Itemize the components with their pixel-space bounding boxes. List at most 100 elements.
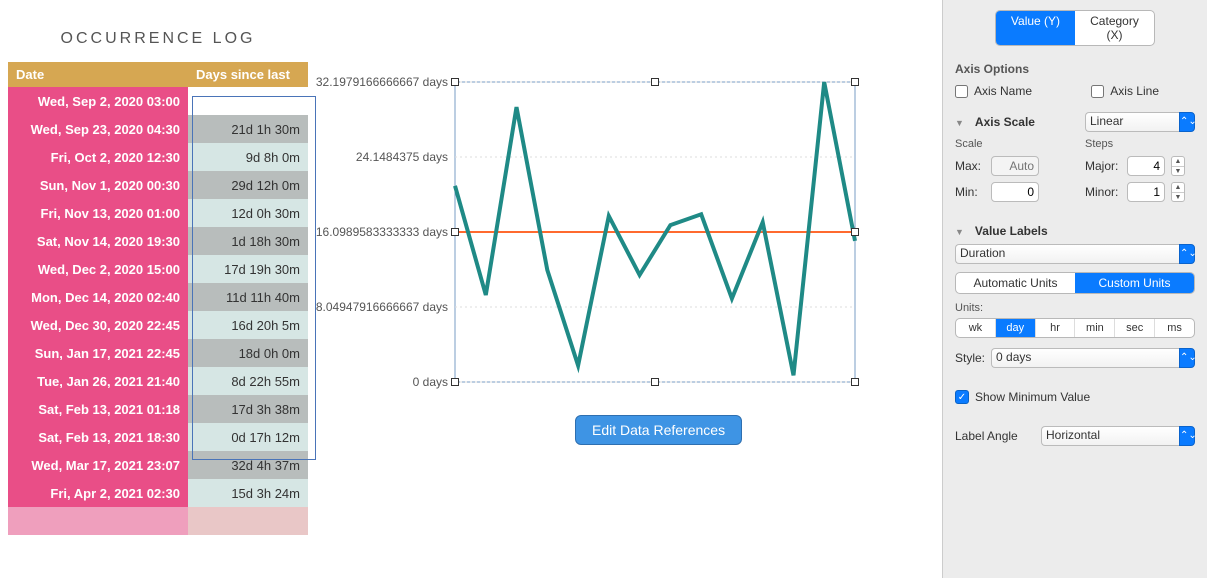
chevron-updown-icon[interactable]: ⌃⌄: [1179, 244, 1195, 264]
date-cell[interactable]: [8, 507, 188, 535]
checkbox-show-minimum-value[interactable]: ✓: [955, 390, 969, 404]
days-cell[interactable]: [188, 87, 308, 115]
table-row[interactable]: Wed, Dec 2, 2020 15:0017d 19h 30m: [8, 255, 308, 283]
days-cell[interactable]: 11d 11h 40m: [188, 283, 308, 311]
select-axis-scale-type[interactable]: Linear: [1085, 112, 1180, 132]
input-steps-major[interactable]: [1127, 156, 1165, 176]
checkbox-axis-name[interactable]: [955, 85, 968, 98]
date-cell[interactable]: Fri, Nov 13, 2020 01:00: [8, 199, 188, 227]
svg-text:24.1484375 days: 24.1484375 days: [356, 150, 448, 164]
days-cell[interactable]: 9d 8h 0m: [188, 143, 308, 171]
chart-handle[interactable]: [851, 78, 859, 86]
chevron-updown-icon[interactable]: ⌃⌄: [1179, 348, 1195, 368]
date-cell[interactable]: Tue, Jan 26, 2021 21:40: [8, 367, 188, 395]
days-cell[interactable]: 17d 3h 38m: [188, 395, 308, 423]
table-row-empty[interactable]: [8, 507, 308, 535]
table-row[interactable]: Wed, Mar 17, 2021 23:0732d 4h 37m: [8, 451, 308, 479]
date-cell[interactable]: Sun, Nov 1, 2020 00:30: [8, 171, 188, 199]
unit-hr[interactable]: hr: [1036, 319, 1076, 337]
unit-min[interactable]: min: [1075, 319, 1115, 337]
chart[interactable]: 32.1979166666667 days 24.1484375 days 16…: [300, 70, 910, 420]
unit-ms[interactable]: ms: [1155, 319, 1194, 337]
tab-category-x[interactable]: Category (X): [1075, 11, 1154, 45]
select-value-label-format[interactable]: Duration: [955, 244, 1180, 264]
days-cell[interactable]: 17d 19h 30m: [188, 255, 308, 283]
date-cell[interactable]: Mon, Dec 14, 2020 02:40: [8, 283, 188, 311]
table-row[interactable]: Fri, Oct 2, 2020 12:309d 8h 0m: [8, 143, 308, 171]
seg-automatic-units[interactable]: Automatic Units: [956, 273, 1075, 293]
label-value-labels: Value Labels: [975, 224, 1048, 238]
days-cell[interactable]: 16d 20h 5m: [188, 311, 308, 339]
seg-custom-units[interactable]: Custom Units: [1075, 273, 1194, 293]
stepper-minor[interactable]: ▲▼: [1171, 182, 1185, 202]
table-row[interactable]: Sat, Nov 14, 2020 19:301d 18h 30m: [8, 227, 308, 255]
date-cell[interactable]: Fri, Oct 2, 2020 12:30: [8, 143, 188, 171]
table-row[interactable]: Tue, Jan 26, 2021 21:408d 22h 55m: [8, 367, 308, 395]
disclosure-value-labels[interactable]: [955, 224, 969, 238]
select-duration-style[interactable]: 0 days: [991, 348, 1180, 368]
svg-text:0 days: 0 days: [413, 375, 448, 389]
disclosure-axis-scale[interactable]: [955, 115, 969, 129]
chart-handle[interactable]: [851, 228, 859, 236]
table-row[interactable]: Fri, Nov 13, 2020 01:0012d 0h 30m: [8, 199, 308, 227]
label-label-angle: Label Angle: [955, 429, 1035, 443]
chart-handle[interactable]: [651, 378, 659, 386]
col-header-date[interactable]: Date: [8, 62, 188, 87]
table-row[interactable]: Fri, Apr 2, 2021 02:3015d 3h 24m: [8, 479, 308, 507]
days-cell[interactable]: 29d 12h 0m: [188, 171, 308, 199]
date-cell[interactable]: Wed, Sep 2, 2020 03:00: [8, 87, 188, 115]
table-row[interactable]: Wed, Sep 23, 2020 04:3021d 1h 30m: [8, 115, 308, 143]
label-major: Major:: [1085, 159, 1121, 173]
chart-handle[interactable]: [451, 78, 459, 86]
axis-tab-segmented[interactable]: Value (Y) Category (X): [995, 10, 1155, 46]
date-cell[interactable]: Wed, Dec 2, 2020 15:00: [8, 255, 188, 283]
input-steps-minor[interactable]: [1127, 182, 1165, 202]
table-row[interactable]: Sat, Feb 13, 2021 01:1817d 3h 38m: [8, 395, 308, 423]
date-cell[interactable]: Wed, Mar 17, 2021 23:07: [8, 451, 188, 479]
edit-data-references-button[interactable]: Edit Data References: [575, 415, 742, 445]
stepper-major[interactable]: ▲▼: [1171, 156, 1185, 176]
log-title: OCCURRENCE LOG: [8, 30, 308, 48]
tab-value-y[interactable]: Value (Y): [996, 11, 1075, 45]
select-label-angle[interactable]: Horizontal: [1041, 426, 1180, 446]
chart-handle[interactable]: [851, 378, 859, 386]
unit-sec[interactable]: sec: [1115, 319, 1155, 337]
unit-wk[interactable]: wk: [956, 319, 996, 337]
days-cell[interactable]: 1d 18h 30m: [188, 227, 308, 255]
chevron-updown-icon[interactable]: ⌃⌄: [1179, 112, 1195, 132]
date-cell[interactable]: Sat, Feb 13, 2021 18:30: [8, 423, 188, 451]
date-cell[interactable]: Sat, Feb 13, 2021 01:18: [8, 395, 188, 423]
chart-handle[interactable]: [651, 78, 659, 86]
col-header-days[interactable]: Days since last: [188, 62, 308, 87]
table-row[interactable]: Mon, Dec 14, 2020 02:4011d 11h 40m: [8, 283, 308, 311]
date-cell[interactable]: Wed, Sep 23, 2020 04:30: [8, 115, 188, 143]
chart-handle[interactable]: [451, 378, 459, 386]
chevron-updown-icon[interactable]: ⌃⌄: [1179, 426, 1195, 446]
days-cell[interactable]: 8d 22h 55m: [188, 367, 308, 395]
input-scale-min[interactable]: [991, 182, 1039, 202]
days-cell[interactable]: 32d 4h 37m: [188, 451, 308, 479]
date-cell[interactable]: Sat, Nov 14, 2020 19:30: [8, 227, 188, 255]
days-cell[interactable]: 0d 17h 12m: [188, 423, 308, 451]
label-units: Units:: [955, 302, 1195, 314]
table-row[interactable]: Sun, Nov 1, 2020 00:3029d 12h 0m: [8, 171, 308, 199]
chart-handle[interactable]: [451, 228, 459, 236]
checkbox-axis-line[interactable]: [1091, 85, 1104, 98]
days-cell[interactable]: 12d 0h 30m: [188, 199, 308, 227]
units-mode-segmented[interactable]: Automatic Units Custom Units: [955, 272, 1195, 294]
days-cell[interactable]: 18d 0h 0m: [188, 339, 308, 367]
table-row[interactable]: Sun, Jan 17, 2021 22:4518d 0h 0m: [8, 339, 308, 367]
days-cell[interactable]: 15d 3h 24m: [188, 479, 308, 507]
days-cell[interactable]: 21d 1h 30m: [188, 115, 308, 143]
input-scale-max[interactable]: [991, 156, 1039, 176]
date-cell[interactable]: Sun, Jan 17, 2021 22:45: [8, 339, 188, 367]
table-row[interactable]: Wed, Dec 30, 2020 22:4516d 20h 5m: [8, 311, 308, 339]
days-cell[interactable]: [188, 507, 308, 535]
date-cell[interactable]: Wed, Dec 30, 2020 22:45: [8, 311, 188, 339]
label-show-minimum: Show Minimum Value: [975, 390, 1090, 404]
date-cell[interactable]: Fri, Apr 2, 2021 02:30: [8, 479, 188, 507]
unit-day[interactable]: day: [996, 319, 1036, 337]
units-segmented[interactable]: wkdayhrminsecms: [955, 318, 1195, 338]
table-row[interactable]: Wed, Sep 2, 2020 03:00: [8, 87, 308, 115]
table-row[interactable]: Sat, Feb 13, 2021 18:300d 17h 12m: [8, 423, 308, 451]
